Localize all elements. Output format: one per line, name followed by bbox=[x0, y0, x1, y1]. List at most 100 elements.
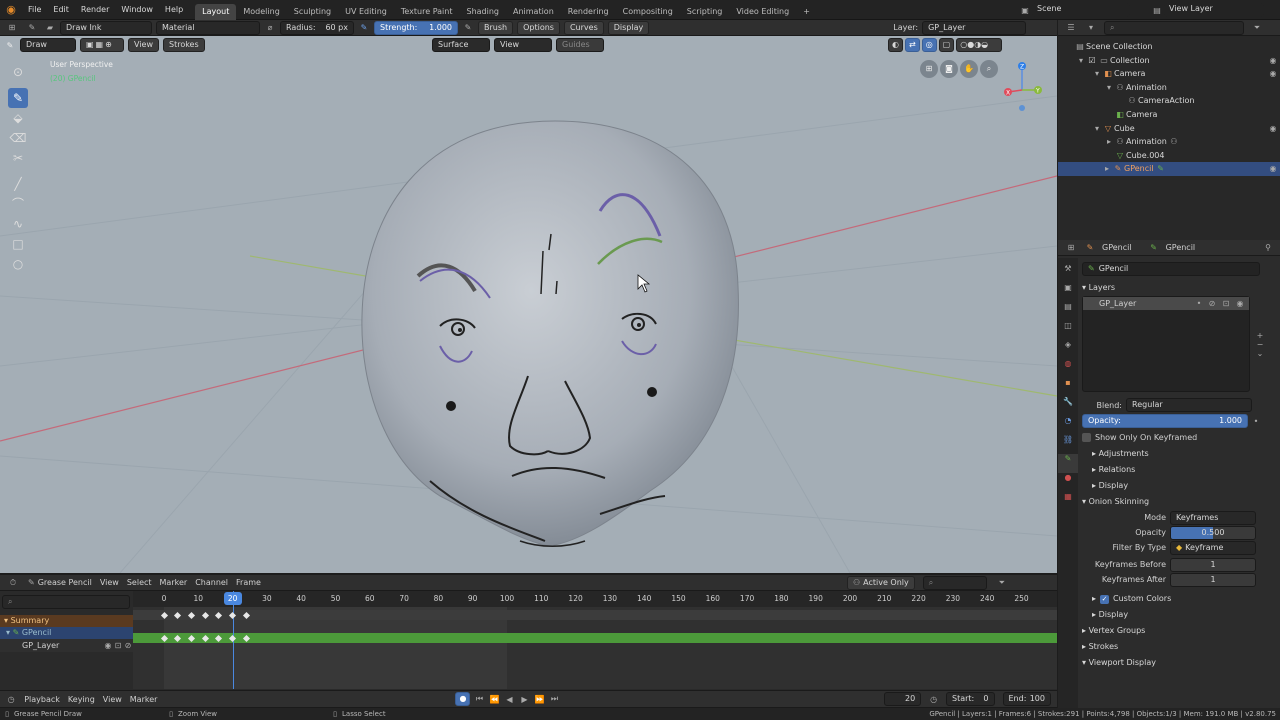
radius-pressure-icon[interactable]: ✎ bbox=[358, 23, 370, 32]
jump-start-icon[interactable]: ⏮ bbox=[473, 694, 485, 704]
outliner-editor-icon[interactable]: ☰ bbox=[1064, 23, 1078, 32]
outliner-item-cameraaction[interactable]: ⚇ CameraAction bbox=[1058, 94, 1280, 108]
outliner-item-animation[interactable]: ▾ ⚇ Animation bbox=[1058, 81, 1280, 95]
modifier-tab-icon[interactable]: 🔧 bbox=[1058, 397, 1078, 416]
lock-icon[interactable]: ⊡ bbox=[1221, 299, 1231, 308]
outliner-search-input[interactable]: ⌕ bbox=[1104, 20, 1244, 35]
menu-file[interactable]: File bbox=[22, 0, 47, 20]
cursor-tool-icon[interactable]: ⊙ bbox=[8, 62, 28, 82]
jump-end-icon[interactable]: ⏭ bbox=[548, 694, 560, 704]
channel-summary[interactable]: ▾ Summary bbox=[0, 615, 133, 627]
eye-icon[interactable]: ◉ bbox=[1266, 54, 1280, 68]
end-frame-field[interactable]: End: 100 bbox=[1002, 692, 1051, 706]
material-pin-icon[interactable]: ⌀ bbox=[264, 23, 276, 32]
line-tool-icon[interactable]: ╱ bbox=[8, 174, 28, 194]
stroke-placement-dropdown[interactable]: Surface bbox=[432, 38, 490, 52]
opacity-slider[interactable]: Opacity: 1.000 bbox=[1082, 414, 1248, 428]
strength-pressure-icon[interactable]: ✎ bbox=[462, 23, 474, 32]
dopesheet-editor-icon[interactable]: ⏱ bbox=[6, 578, 20, 588]
relations-subpanel[interactable]: ▸ Relations bbox=[1082, 462, 1278, 478]
erase-tool-icon[interactable]: ⌫ bbox=[8, 128, 28, 148]
tool-tab-icon[interactable]: ⚒ bbox=[1058, 264, 1078, 283]
layers-panel-header[interactable]: ▾ Layers bbox=[1082, 280, 1278, 296]
vertex-groups-panel[interactable]: ▸ Vertex Groups bbox=[1082, 623, 1278, 639]
filter-icon[interactable]: ⏷ bbox=[1250, 23, 1264, 33]
draw-tool-button[interactable]: ✎ bbox=[8, 88, 28, 108]
tab-scripting[interactable]: Scripting bbox=[680, 4, 730, 20]
viewport-strokes-menu[interactable]: Strokes bbox=[162, 38, 205, 52]
cutter-tool-icon[interactable]: ✂ bbox=[8, 148, 28, 168]
keying-menu[interactable]: Keying bbox=[68, 695, 95, 704]
dopesheet-marker-menu[interactable]: Marker bbox=[160, 578, 188, 587]
grid-view-icon[interactable]: ⊞ bbox=[920, 60, 938, 78]
shading-mode-icons[interactable]: ○●◑◒ bbox=[956, 38, 1003, 52]
lock-icon[interactable]: ⊡ bbox=[113, 639, 123, 652]
add-workspace-button[interactable]: + bbox=[796, 4, 817, 20]
tab-animation[interactable]: Animation bbox=[506, 4, 561, 20]
material-field[interactable]: Material bbox=[156, 20, 260, 35]
menu-edit[interactable]: Edit bbox=[47, 0, 75, 20]
menu-help[interactable]: Help bbox=[159, 0, 189, 20]
show-only-keyframed-row[interactable]: Show Only On Keyframed bbox=[1082, 430, 1278, 444]
options-menu[interactable]: Options bbox=[517, 20, 560, 35]
layer-dot-icon[interactable]: • bbox=[1195, 299, 1203, 308]
constraints-tab-icon[interactable]: ⛓ bbox=[1058, 435, 1078, 454]
dopesheet-view-menu[interactable]: View bbox=[100, 578, 119, 587]
curve-tool-icon[interactable]: ∿ bbox=[8, 214, 28, 234]
scene-tab-icon[interactable]: ◈ bbox=[1058, 340, 1078, 359]
curves-menu[interactable]: Curves bbox=[563, 20, 604, 35]
onion-display-subpanel[interactable]: ▸ Display bbox=[1082, 607, 1278, 623]
keyframes-after-field[interactable]: 1 bbox=[1170, 572, 1256, 587]
play-reverse-icon[interactable]: ◀ bbox=[503, 695, 515, 704]
menu-window[interactable]: Window bbox=[115, 0, 159, 20]
onion-icon[interactable]: ⊘ bbox=[1207, 299, 1217, 308]
brush-name-field[interactable]: Draw Ink bbox=[60, 20, 152, 35]
filter-icon[interactable]: ⏷ bbox=[995, 578, 1009, 588]
material-tab-icon[interactable]: ● bbox=[1058, 473, 1078, 492]
radius-field[interactable]: Radius: 60 px bbox=[280, 20, 354, 35]
tab-rendering[interactable]: Rendering bbox=[561, 4, 616, 20]
display-mode-icon[interactable]: ▾ bbox=[1084, 23, 1098, 32]
filter-by-type-dropdown[interactable]: ◆ Keyframe bbox=[1170, 540, 1256, 555]
camera-view-icon[interactable]: ◙ bbox=[940, 60, 958, 78]
scene-selector[interactable]: ▣ Scene bbox=[1018, 3, 1130, 17]
gpencil-data-tab-icon[interactable]: ✎ bbox=[1058, 454, 1078, 473]
record-button[interactable]: ● bbox=[455, 692, 471, 706]
outliner-item-scene-collection[interactable]: ▤ Scene Collection bbox=[1058, 40, 1280, 54]
tab-sculpting[interactable]: Sculpting bbox=[287, 4, 338, 20]
brush-menu[interactable]: Brush bbox=[478, 20, 514, 35]
timeline-view-menu[interactable]: View bbox=[103, 695, 122, 704]
outliner-item-animation-2[interactable]: ▸ ⚇ Animation ⚇ bbox=[1058, 135, 1280, 149]
circle-tool-icon[interactable]: ○ bbox=[8, 254, 28, 274]
outliner-item-collection[interactable]: ▾ ☑ ▭ Collection ◉ bbox=[1058, 54, 1280, 68]
snapping-buttons[interactable]: ▣▦⊕ bbox=[80, 38, 124, 52]
3d-viewport[interactable]: ✎ Draw ▣▦⊕ View Strokes Surface View Gui… bbox=[0, 36, 1057, 573]
custom-colors-checkbox[interactable]: ✓ bbox=[1100, 594, 1110, 604]
shader-fx-tab-icon[interactable]: ◔ bbox=[1058, 416, 1078, 435]
collapse-arrow-icon[interactable]: ▸ bbox=[1104, 135, 1114, 149]
visibility-icon[interactable]: ◐ bbox=[888, 38, 903, 52]
channel-gpencil[interactable]: ▾ ✎ GPencil bbox=[0, 627, 133, 639]
layer-row-gp-layer[interactable]: GP_Layer • ⊘ ⊡ ◉ bbox=[1083, 297, 1249, 310]
pin-icon[interactable]: ⚲ bbox=[1262, 243, 1274, 252]
blender-logo-icon[interactable]: ◉ bbox=[0, 3, 22, 16]
outliner-item-cube[interactable]: ▾ ▽ Cube ◉ bbox=[1058, 122, 1280, 136]
checkbox-icon[interactable]: ☑ bbox=[1086, 54, 1098, 68]
display-menu[interactable]: Display bbox=[607, 20, 650, 35]
render-tab-icon[interactable]: ▣ bbox=[1058, 283, 1078, 302]
channel-gp-layer[interactable]: GP_Layer ◉ ⊡ ⊘ bbox=[0, 639, 133, 652]
texture-tab-icon[interactable]: ▦ bbox=[1058, 492, 1078, 511]
playhead-frame-label[interactable]: 20 bbox=[223, 592, 242, 605]
tab-shading[interactable]: Shading bbox=[459, 4, 506, 20]
show-only-keyframed-checkbox[interactable] bbox=[1082, 432, 1091, 442]
properties-editor-icon[interactable]: ⊞ bbox=[1064, 243, 1078, 252]
menu-render[interactable]: Render bbox=[75, 0, 115, 20]
viewport-display-panel[interactable]: ▾ Viewport Display bbox=[1082, 655, 1278, 671]
zoom-icon[interactable]: ⌕ bbox=[980, 60, 998, 78]
gpencil-data-block[interactable]: ✎ GPencil bbox=[1082, 262, 1260, 276]
custom-colors-subpanel[interactable]: ▸ ✓ Custom Colors bbox=[1082, 591, 1278, 607]
expand-arrow-icon[interactable]: ▾ bbox=[1104, 81, 1114, 95]
xray-icon[interactable]: ▢ bbox=[938, 38, 955, 52]
outliner-item-camera[interactable]: ▾ ◧ Camera ◉ bbox=[1058, 67, 1280, 81]
expand-arrow-icon[interactable]: ▾ bbox=[1092, 122, 1102, 136]
